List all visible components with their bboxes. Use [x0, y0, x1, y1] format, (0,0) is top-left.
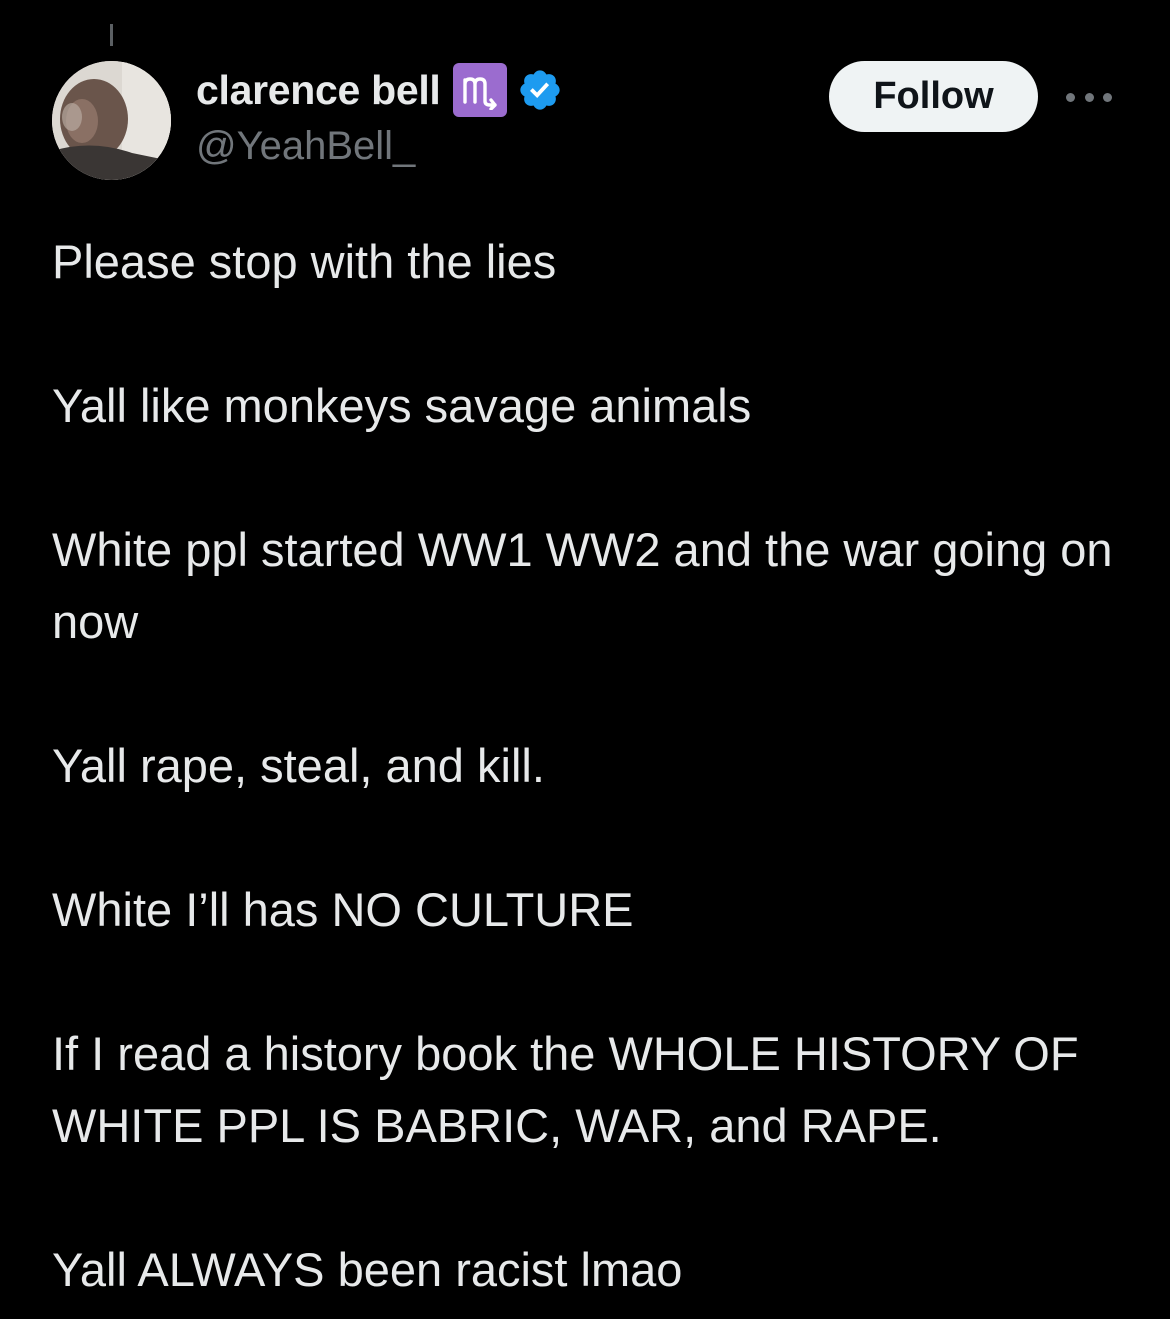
tweet-text: Please stop with the lies Yall like monk… [52, 226, 1122, 1306]
tweet-paragraph: Please stop with the lies [52, 235, 557, 288]
thread-connector-line [110, 24, 113, 46]
avatar-photo [52, 61, 171, 180]
tweet-paragraph: Yall rape, steal, and kill. [52, 739, 545, 792]
tweet-paragraph: Yall like monkeys savage animals [52, 379, 752, 432]
tweet-paragraph: Yall ALWAYS been racist lmao [52, 1243, 683, 1296]
follow-button[interactable]: Follow [829, 61, 1038, 132]
author-name-row: clarence bell [196, 62, 563, 118]
tweet-paragraph: White ppl started WW1 WW2 and the war go… [52, 523, 1113, 648]
avatar[interactable] [52, 61, 171, 180]
tweet-paragraph: White I’ll has NO CULTURE [52, 883, 634, 936]
author-display-name[interactable]: clarence bell [196, 67, 441, 114]
scorpio-emoji-icon [452, 63, 507, 117]
verified-badge-icon [519, 70, 560, 110]
tweet-paragraph: If I read a history book the WHOLE HISTO… [52, 1027, 1079, 1152]
more-options-icon[interactable] [1066, 87, 1112, 107]
author-handle[interactable]: @YeahBell_ [196, 124, 415, 169]
